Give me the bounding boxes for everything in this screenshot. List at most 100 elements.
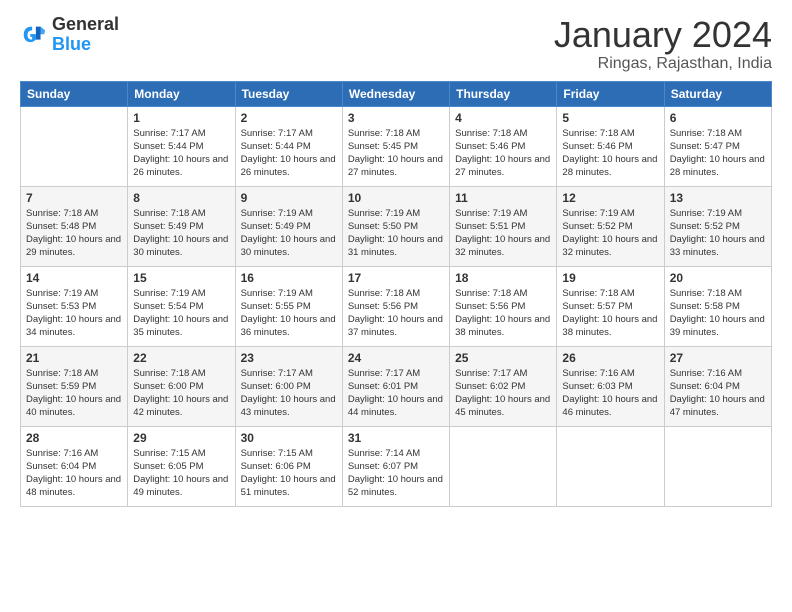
day-info: Sunrise: 7:17 AMSunset: 6:00 PMDaylight:… [241, 367, 337, 420]
day-info: Sunrise: 7:17 AMSunset: 6:02 PMDaylight:… [455, 367, 551, 420]
day-number: 31 [348, 431, 444, 445]
day-cell: 20Sunrise: 7:18 AMSunset: 5:58 PMDayligh… [664, 266, 771, 346]
day-info: Sunrise: 7:19 AMSunset: 5:54 PMDaylight:… [133, 287, 229, 340]
day-info: Sunrise: 7:17 AMSunset: 5:44 PMDaylight:… [133, 127, 229, 180]
day-number: 19 [562, 271, 658, 285]
day-header-friday: Friday [557, 81, 664, 106]
day-cell: 12 Sunrise: 7:19 AMSunset: 5:52 PMDayligh… [557, 186, 664, 266]
day-cell [664, 426, 771, 506]
day-number: 16 [241, 271, 337, 285]
day-number: 1 [133, 111, 229, 125]
day-info: Sunrise: 7:18 AMSunset: 5:57 PMDaylight:… [562, 287, 658, 340]
day-info: Sunrise: 7:18 AMSunset: 5:47 PMDaylight:… [670, 127, 766, 180]
day-info: Sunrise: 7:19 AMSunset: 5:49 PMDaylight:… [241, 207, 337, 260]
day-info: Sunrise: 7:16 AMSunset: 6:03 PMDaylight:… [562, 367, 658, 420]
day-info: Sunrise: 7:18 AMSunset: 5:56 PMDaylight:… [455, 287, 551, 340]
day-info: Sunrise: 7:19 AMSunset: 5:50 PMDaylight:… [348, 207, 444, 260]
day-header-sunday: Sunday [21, 81, 128, 106]
day-cell: 6 Sunrise: 7:18 AMSunset: 5:47 PMDaylight… [664, 106, 771, 186]
day-cell: 13 Sunrise: 7:19 AMSunset: 5:52 PMDayligh… [664, 186, 771, 266]
day-cell: 8 Sunrise: 7:18 AMSunset: 5:49 PMDaylight… [128, 186, 235, 266]
day-cell: 31 Sunrise: 7:14 AMSunset: 6:07 PMDayligh… [342, 426, 449, 506]
day-number: 26 [562, 351, 658, 365]
day-cell [21, 106, 128, 186]
day-number: 7 [26, 191, 122, 205]
week-row-4: 21Sunrise: 7:18 AMSunset: 5:59 PMDayligh… [21, 346, 772, 426]
day-cell: 4 Sunrise: 7:18 AMSunset: 5:46 PMDaylight… [450, 106, 557, 186]
day-cell: 30Sunrise: 7:15 AMSunset: 6:06 PMDayligh… [235, 426, 342, 506]
day-info: Sunrise: 7:19 AMSunset: 5:52 PMDaylight:… [562, 207, 658, 260]
logo-blue: Blue [52, 34, 91, 54]
day-info: Sunrise: 7:17 AMSunset: 5:44 PMDaylight:… [241, 127, 337, 180]
day-cell: 19 Sunrise: 7:18 AMSunset: 5:57 PMDayligh… [557, 266, 664, 346]
day-cell: 29 Sunrise: 7:15 AMSunset: 6:05 PMDayligh… [128, 426, 235, 506]
day-number: 6 [670, 111, 766, 125]
day-cell: 5 Sunrise: 7:18 AMSunset: 5:46 PMDaylight… [557, 106, 664, 186]
day-cell: 1 Sunrise: 7:17 AMSunset: 5:44 PMDaylight… [128, 106, 235, 186]
day-info: Sunrise: 7:17 AMSunset: 6:01 PMDaylight:… [348, 367, 444, 420]
week-row-2: 7 Sunrise: 7:18 AMSunset: 5:48 PMDaylight… [21, 186, 772, 266]
day-cell [557, 426, 664, 506]
day-number: 20 [670, 271, 766, 285]
title-block: January 2024 Ringas, Rajasthan, India [554, 15, 772, 73]
day-number: 4 [455, 111, 551, 125]
location: Ringas, Rajasthan, India [554, 55, 772, 73]
day-info: Sunrise: 7:18 AMSunset: 5:56 PMDaylight:… [348, 287, 444, 340]
logo-general: General [52, 14, 119, 34]
day-number: 8 [133, 191, 229, 205]
day-cell: 3Sunrise: 7:18 AMSunset: 5:45 PMDaylight… [342, 106, 449, 186]
day-info: Sunrise: 7:19 AMSunset: 5:52 PMDaylight:… [670, 207, 766, 260]
day-info: Sunrise: 7:19 AMSunset: 5:51 PMDaylight:… [455, 207, 551, 260]
day-cell: 22 Sunrise: 7:18 AMSunset: 6:00 PMDayligh… [128, 346, 235, 426]
day-number: 5 [562, 111, 658, 125]
day-number: 12 [562, 191, 658, 205]
week-row-1: 1 Sunrise: 7:17 AMSunset: 5:44 PMDaylight… [21, 106, 772, 186]
day-info: Sunrise: 7:15 AMSunset: 6:05 PMDaylight:… [133, 447, 229, 500]
day-cell: 28 Sunrise: 7:16 AMSunset: 6:04 PMDayligh… [21, 426, 128, 506]
day-number: 21 [26, 351, 122, 365]
day-info: Sunrise: 7:18 AMSunset: 5:46 PMDaylight:… [562, 127, 658, 180]
day-info: Sunrise: 7:18 AMSunset: 5:46 PMDaylight:… [455, 127, 551, 180]
day-number: 28 [26, 431, 122, 445]
calendar: SundayMondayTuesdayWednesdayThursdayFrid… [20, 81, 772, 507]
day-cell: 23 Sunrise: 7:17 AMSunset: 6:00 PMDayligh… [235, 346, 342, 426]
day-header-saturday: Saturday [664, 81, 771, 106]
day-number: 14 [26, 271, 122, 285]
header: General Blue January 2024 Ringas, Rajast… [20, 15, 772, 73]
day-cell: 25 Sunrise: 7:17 AMSunset: 6:02 PMDayligh… [450, 346, 557, 426]
day-header-monday: Monday [128, 81, 235, 106]
day-info: Sunrise: 7:18 AMSunset: 6:00 PMDaylight:… [133, 367, 229, 420]
day-cell [450, 426, 557, 506]
day-number: 13 [670, 191, 766, 205]
day-cell: 14Sunrise: 7:19 AMSunset: 5:53 PMDayligh… [21, 266, 128, 346]
day-number: 27 [670, 351, 766, 365]
day-info: Sunrise: 7:16 AMSunset: 6:04 PMDaylight:… [26, 447, 122, 500]
day-number: 25 [455, 351, 551, 365]
day-cell: 11Sunrise: 7:19 AMSunset: 5:51 PMDayligh… [450, 186, 557, 266]
page: General Blue January 2024 Ringas, Rajast… [0, 0, 792, 612]
day-number: 10 [348, 191, 444, 205]
day-number: 29 [133, 431, 229, 445]
day-info: Sunrise: 7:19 AMSunset: 5:55 PMDaylight:… [241, 287, 337, 340]
day-header-wednesday: Wednesday [342, 81, 449, 106]
day-cell: 16 Sunrise: 7:19 AMSunset: 5:55 PMDayligh… [235, 266, 342, 346]
day-info: Sunrise: 7:14 AMSunset: 6:07 PMDaylight:… [348, 447, 444, 500]
day-number: 22 [133, 351, 229, 365]
logo-icon [20, 21, 48, 49]
month-title: January 2024 [554, 15, 772, 55]
day-cell: 24Sunrise: 7:17 AMSunset: 6:01 PMDayligh… [342, 346, 449, 426]
day-info: Sunrise: 7:15 AMSunset: 6:06 PMDaylight:… [241, 447, 337, 500]
day-header-thursday: Thursday [450, 81, 557, 106]
day-cell: 18 Sunrise: 7:18 AMSunset: 5:56 PMDayligh… [450, 266, 557, 346]
day-info: Sunrise: 7:16 AMSunset: 6:04 PMDaylight:… [670, 367, 766, 420]
day-number: 18 [455, 271, 551, 285]
logo: General Blue [20, 15, 119, 55]
day-info: Sunrise: 7:18 AMSunset: 5:49 PMDaylight:… [133, 207, 229, 260]
day-cell: 15Sunrise: 7:19 AMSunset: 5:54 PMDayligh… [128, 266, 235, 346]
day-cell: 27 Sunrise: 7:16 AMSunset: 6:04 PMDayligh… [664, 346, 771, 426]
day-number: 2 [241, 111, 337, 125]
day-number: 23 [241, 351, 337, 365]
logo-text: General Blue [52, 15, 119, 55]
day-header-tuesday: Tuesday [235, 81, 342, 106]
day-info: Sunrise: 7:18 AMSunset: 5:48 PMDaylight:… [26, 207, 122, 260]
